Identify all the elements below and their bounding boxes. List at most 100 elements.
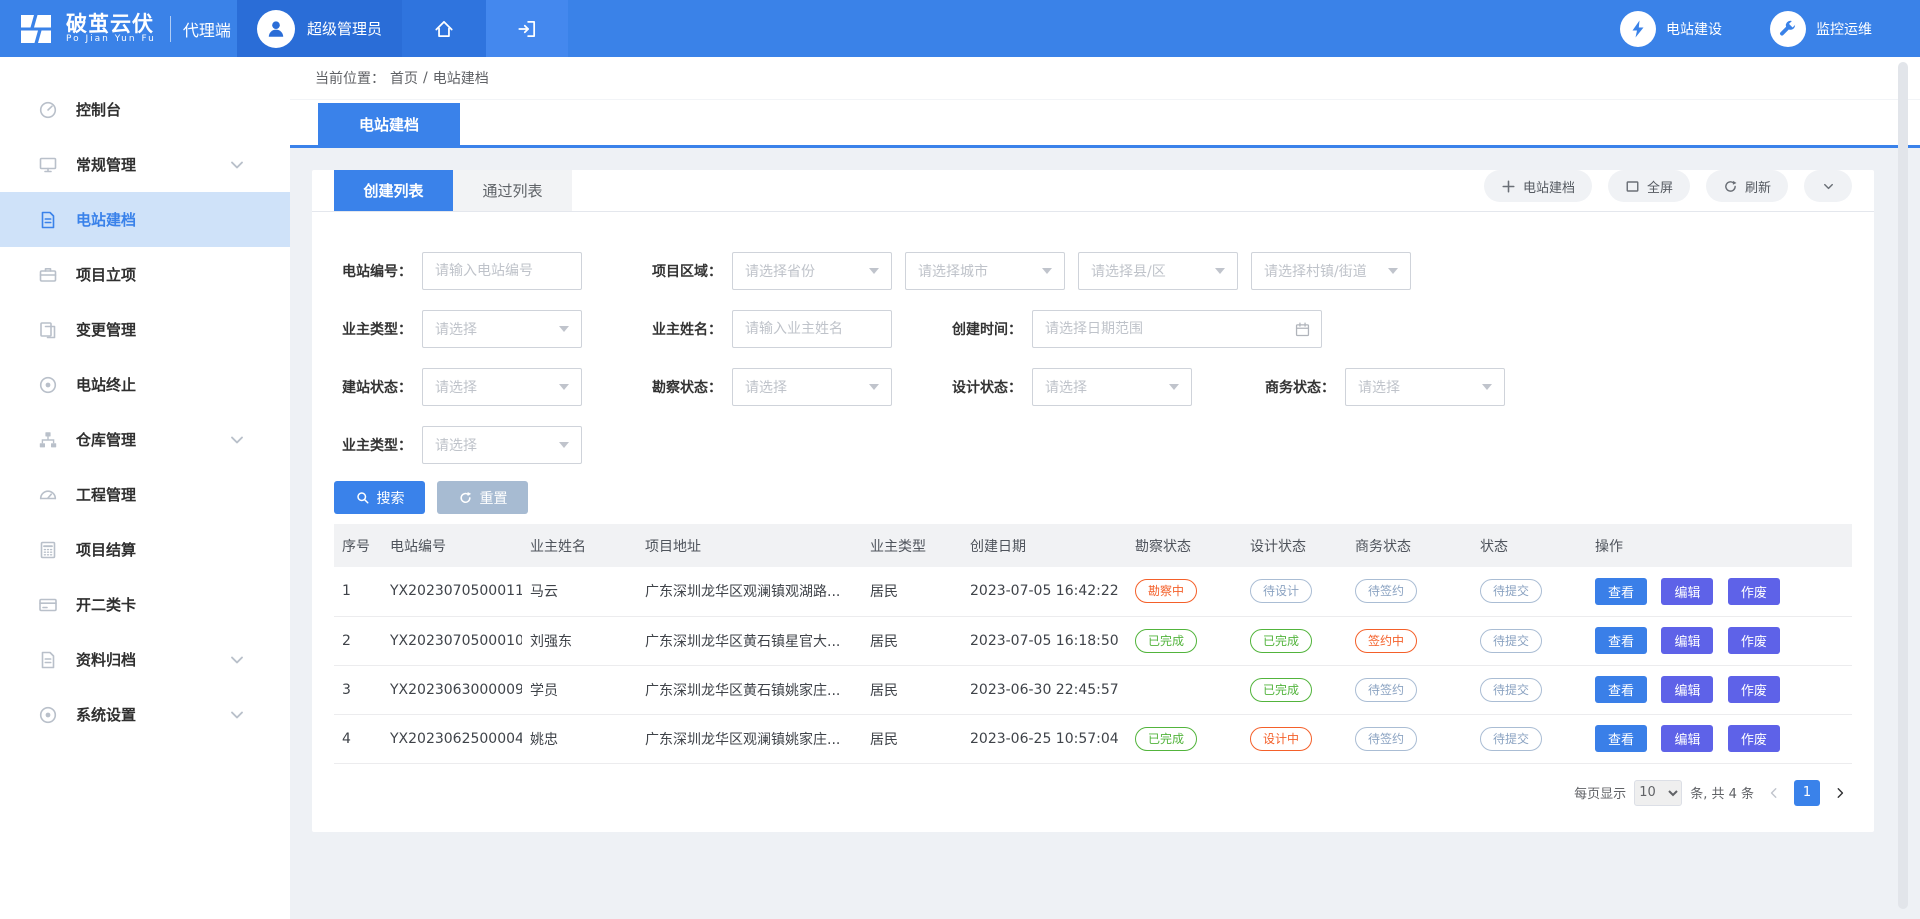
tab-approved-list[interactable]: 通过列表 xyxy=(453,170,572,211)
nav-station-build-label: 电站建设 xyxy=(1666,19,1722,39)
org-tree-icon xyxy=(38,430,58,450)
sidebar-item-data-archive[interactable]: 资料归档 xyxy=(0,632,290,687)
breadcrumb-current: 电站建档 xyxy=(433,68,489,88)
total-count-label: 条, 共 4 条 xyxy=(1690,783,1754,802)
sidebar-item-engineering-mgmt[interactable]: 工程管理 xyxy=(0,467,290,522)
next-page-button[interactable] xyxy=(1828,781,1852,805)
add-station-button[interactable]: 电站建档 xyxy=(1484,170,1592,202)
view-button[interactable]: 查看 xyxy=(1595,725,1647,752)
edit-button[interactable]: 编辑 xyxy=(1661,578,1713,605)
scrollbar[interactable] xyxy=(1898,62,1908,909)
brand-title: 破茧云伏 xyxy=(66,13,156,35)
copy-icon xyxy=(38,320,58,340)
caret-icon xyxy=(559,326,569,332)
region-label: 项目区域： xyxy=(644,261,732,281)
province-select[interactable]: 请选择省份 xyxy=(732,252,892,290)
per-page-select[interactable]: 10 xyxy=(1634,780,1682,806)
logout-button[interactable] xyxy=(486,0,568,57)
caret-icon xyxy=(1388,268,1398,274)
sidebar-item-change-mgmt[interactable]: 变更管理 xyxy=(0,302,290,357)
edit-button[interactable]: 编辑 xyxy=(1661,676,1713,703)
design-status-badge: 已完成 xyxy=(1250,678,1312,702)
sidebar-item-station-termination[interactable]: 电站终止 xyxy=(0,357,290,412)
user-name: 超级管理员 xyxy=(307,18,382,39)
sidebar-item-general-mgmt[interactable]: 常规管理 xyxy=(0,137,290,192)
build-status-select[interactable]: 请选择 xyxy=(422,368,582,406)
county-select[interactable]: 请选择县/区 xyxy=(1078,252,1238,290)
collapse-button[interactable] xyxy=(1804,170,1852,202)
dashboard-icon xyxy=(38,100,58,120)
nav-station-build[interactable]: 电站建设 xyxy=(1620,0,1722,57)
briefcase-icon xyxy=(38,265,58,285)
page-number-1[interactable]: 1 xyxy=(1794,780,1820,806)
owner-name-input[interactable] xyxy=(733,311,891,347)
sidebar-item-station-archive[interactable]: 电站建档 xyxy=(0,192,290,247)
sidebar-item-project-settlement[interactable]: 项目结算 xyxy=(0,522,290,577)
sidebar-item-type2-card[interactable]: 开二类卡 xyxy=(0,577,290,632)
owner-type2-select[interactable]: 请选择 xyxy=(422,426,582,464)
date-range-input[interactable] xyxy=(1033,311,1294,347)
home-button[interactable] xyxy=(402,0,486,57)
table-row: 3 YX2023063000009 学员 广东深圳龙华区黄石镇姚家庄... 居民… xyxy=(334,665,1852,714)
survey-status-badge: 勘察中 xyxy=(1135,579,1197,603)
city-select[interactable]: 请选择城市 xyxy=(905,252,1065,290)
caret-icon xyxy=(869,384,879,390)
fullscreen-button[interactable]: 全屏 xyxy=(1608,170,1690,202)
reset-button[interactable]: 重置 xyxy=(437,481,528,514)
home-icon xyxy=(433,18,455,40)
view-button[interactable]: 查看 xyxy=(1595,578,1647,605)
circle-dot-icon xyxy=(38,375,58,395)
edit-button[interactable]: 编辑 xyxy=(1661,725,1713,752)
prev-page-button[interactable] xyxy=(1762,781,1786,805)
station-code-input[interactable] xyxy=(423,253,581,289)
sidebar: 控制台 常规管理 电站建档 项目立项 变更管理 电站终止 仓库管理 工程管理 项… xyxy=(0,57,290,919)
void-button[interactable]: 作废 xyxy=(1728,627,1780,654)
sidebar-item-project-initiation[interactable]: 项目立项 xyxy=(0,247,290,302)
design-status-badge: 已完成 xyxy=(1250,629,1312,653)
user-icon xyxy=(264,17,288,41)
survey-status-select[interactable]: 请选择 xyxy=(732,368,892,406)
table-header-row: 序号 电站编号 业主姓名 项目地址 业主类型 创建日期 勘察状态 设计状态 商务… xyxy=(334,524,1852,567)
sidebar-item-system-settings[interactable]: 系统设置 xyxy=(0,687,290,742)
page-tab-station-archive[interactable]: 电站建档 xyxy=(318,103,460,145)
station-code-label: 电站编号： xyxy=(334,261,422,281)
topbar: 破茧云伏 Po Jian Yun Fu 代理端 超级管理员 电站建设 监控运维 xyxy=(0,0,1920,57)
status-badge: 待提交 xyxy=(1480,579,1542,603)
search-button[interactable]: 搜索 xyxy=(334,481,425,514)
caret-icon xyxy=(869,268,879,274)
nav-monitor-ops[interactable]: 监控运维 xyxy=(1770,0,1872,57)
business-status-badge: 待签约 xyxy=(1355,579,1417,603)
refresh-button[interactable]: 刷新 xyxy=(1706,170,1788,202)
business-status-select[interactable]: 请选择 xyxy=(1345,368,1505,406)
view-button[interactable]: 查看 xyxy=(1595,627,1647,654)
brand: 破茧云伏 Po Jian Yun Fu 代理端 xyxy=(0,0,237,57)
sidebar-item-warehouse-mgmt[interactable]: 仓库管理 xyxy=(0,412,290,467)
search-icon xyxy=(355,490,370,505)
chevron-down-icon xyxy=(227,705,247,725)
owner-name-label: 业主姓名： xyxy=(644,319,732,339)
results-table: 序号 电站编号 业主姓名 项目地址 业主类型 创建日期 勘察状态 设计状态 商务… xyxy=(334,524,1852,764)
tab-create-list[interactable]: 创建列表 xyxy=(334,170,453,211)
breadcrumb-home[interactable]: 首页 xyxy=(390,68,418,88)
town-select[interactable]: 请选择村镇/街道 xyxy=(1251,252,1411,290)
avatar xyxy=(257,10,295,48)
view-button[interactable]: 查看 xyxy=(1595,676,1647,703)
breadcrumb-prefix: 当前位置： xyxy=(315,68,385,88)
brand-divider xyxy=(170,16,171,42)
chevron-down-icon xyxy=(227,430,247,450)
void-button[interactable]: 作废 xyxy=(1728,578,1780,605)
chevron-down-icon xyxy=(227,650,247,670)
void-button[interactable]: 作废 xyxy=(1728,725,1780,752)
sidebar-item-console[interactable]: 控制台 xyxy=(0,82,290,137)
owner-type-label: 业主类型： xyxy=(334,319,422,339)
brand-logo-icon xyxy=(16,9,56,49)
edit-button[interactable]: 编辑 xyxy=(1661,627,1713,654)
design-status-select[interactable]: 请选择 xyxy=(1032,368,1192,406)
caret-icon xyxy=(1169,384,1179,390)
nav-monitor-ops-label: 监控运维 xyxy=(1816,19,1872,39)
void-button[interactable]: 作废 xyxy=(1728,676,1780,703)
status-badge: 待提交 xyxy=(1480,727,1542,751)
owner-type-select[interactable]: 请选择 xyxy=(422,310,582,348)
status-badge: 待提交 xyxy=(1480,629,1542,653)
user-menu[interactable]: 超级管理员 xyxy=(237,0,402,57)
